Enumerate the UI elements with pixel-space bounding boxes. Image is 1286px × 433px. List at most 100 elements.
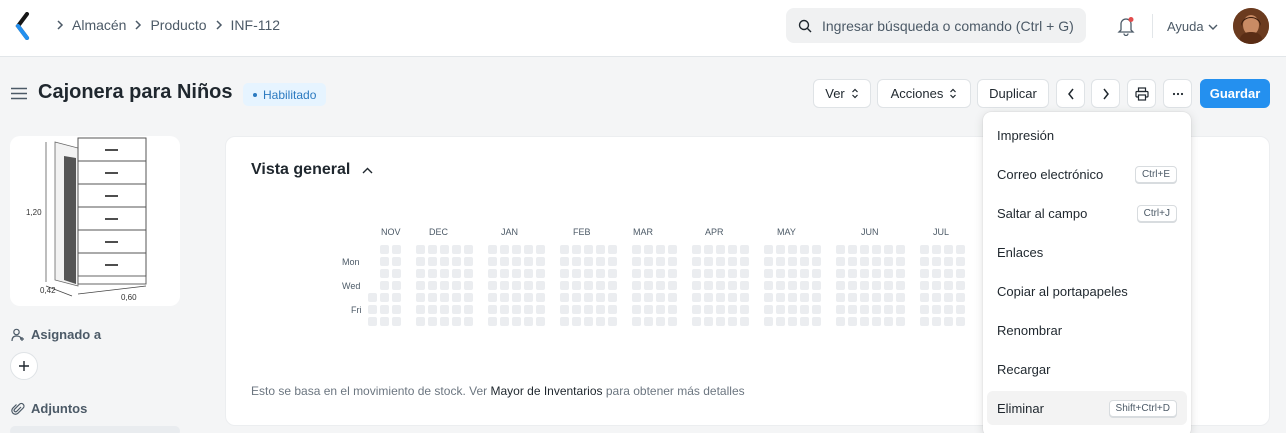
heatmap-cell [932,305,941,314]
heatmap-cell [956,269,965,278]
heatmap-cell [584,245,593,254]
user-add-icon [11,328,24,341]
heatmap-cell [584,305,593,314]
heatmap-cell [692,317,701,326]
menu-item-print[interactable]: Impresión [987,118,1187,152]
heatmap-cell [632,293,641,302]
attach-file-button[interactable] [10,426,180,433]
menu-item-label: Eliminar [997,400,1044,416]
heatmap-grid [368,245,965,326]
heatmap-cell [500,293,509,302]
heatmap-cell [800,281,809,290]
heatmap-cell [920,257,929,266]
month-label: APR [705,227,724,237]
heatmap-cell [812,269,821,278]
menu-item-copy-clipboard[interactable]: Copiar al portapapeles [987,274,1187,308]
heatmap-cell [692,257,701,266]
status-badge-label: Habilitado [263,87,317,102]
sidebar-toggle-icon[interactable] [11,87,27,100]
heatmap-cell [488,257,497,266]
heatmap-cell [884,245,893,254]
heatmap-cell [644,317,653,326]
help-dropdown[interactable]: Ayuda [1167,19,1218,34]
menu-item-delete[interactable]: Eliminar Shift+Ctrl+D [987,391,1187,425]
heatmap-cell [716,257,725,266]
month-label: JUL [933,227,950,237]
add-assignee-button[interactable] [10,352,38,380]
heatmap-cell [704,269,713,278]
breadcrumb-almacen[interactable]: Almacén [72,17,126,33]
heatmap-cell [740,257,749,266]
heatmap-cell [884,281,893,290]
heatmap-cell [836,245,845,254]
notification-bell-icon[interactable] [1117,16,1135,36]
app-logo-icon[interactable] [14,12,32,40]
menu-item-rename[interactable]: Renombrar [987,313,1187,347]
save-button[interactable]: Guardar [1200,79,1270,108]
heatmap-cell [536,305,545,314]
menu-item-email[interactable]: Correo electrónico Ctrl+E [987,157,1187,191]
menu-item-links[interactable]: Enlaces [987,235,1187,269]
view-button[interactable]: Ver [813,79,871,108]
heatmap-cell [872,257,881,266]
heatmap-cell [416,257,425,266]
heatmap-cell [464,293,473,302]
shortcut-badge: Shift+Ctrl+D [1108,399,1177,417]
heatmap-cell [656,293,665,302]
heatmap-cell [428,257,437,266]
note-suffix: para obtener más detalles [602,384,745,398]
print-button[interactable] [1127,79,1156,108]
item-image[interactable]: 1,20 0,42 0,60 [10,136,180,306]
previous-button[interactable] [1056,79,1085,108]
printer-icon [1134,86,1149,101]
breadcrumb-producto[interactable]: Producto [150,17,206,33]
heatmap-cell [848,257,857,266]
heatmap-cell [884,269,893,278]
heatmap-cell [560,293,569,302]
heatmap-cell [536,317,545,326]
search-bar[interactable] [786,8,1086,43]
more-options-button[interactable] [1163,79,1192,108]
save-button-label: Guardar [1209,86,1261,101]
heatmap-cell [428,293,437,302]
heatmap-cell [536,269,545,278]
heatmap-cell [632,269,641,278]
heatmap-cell [584,281,593,290]
next-button[interactable] [1091,79,1120,108]
menu-item-reload[interactable]: Recargar [987,352,1187,386]
heatmap-cell [740,293,749,302]
heatmap-cell [392,281,401,290]
heatmap-cell [632,257,641,266]
heatmap-cell [896,317,905,326]
heatmap-cell [860,293,869,302]
actions-button[interactable]: Acciones [877,79,971,108]
status-badge: Habilitado [243,83,327,106]
heatmap-cell [572,293,581,302]
menu-item-label: Saltar al campo [997,205,1088,221]
heatmap-cell [776,257,785,266]
avatar[interactable] [1233,8,1269,44]
search-input[interactable] [822,17,1082,34]
heatmap-cell [488,269,497,278]
heatmap-cell [608,245,617,254]
heatmap-cell [524,293,533,302]
heatmap-cell [836,293,845,302]
heatmap-cell [716,305,725,314]
assigned-to-label: Asignado a [31,327,102,342]
heatmap-cell [776,293,785,302]
heatmap-cell [668,257,677,266]
stock-ledger-link[interactable]: Mayor de Inventarios [490,384,602,398]
overview-section-header[interactable]: Vista general [251,161,373,179]
heatmap-cell [500,317,509,326]
breadcrumb-current[interactable]: INF-112 [231,17,281,33]
heatmap-cell [572,305,581,314]
actions-button-label: Acciones [890,86,944,101]
duplicate-button[interactable]: Duplicar [977,79,1049,108]
heatmap-cell [392,305,401,314]
status-dot-icon [253,92,257,97]
heatmap-cell [572,257,581,266]
day-label: Fri [351,305,362,315]
heatmap-cell [872,269,881,278]
heatmap-cell [836,269,845,278]
menu-item-jump-to-field[interactable]: Saltar al campo Ctrl+J [987,196,1187,230]
